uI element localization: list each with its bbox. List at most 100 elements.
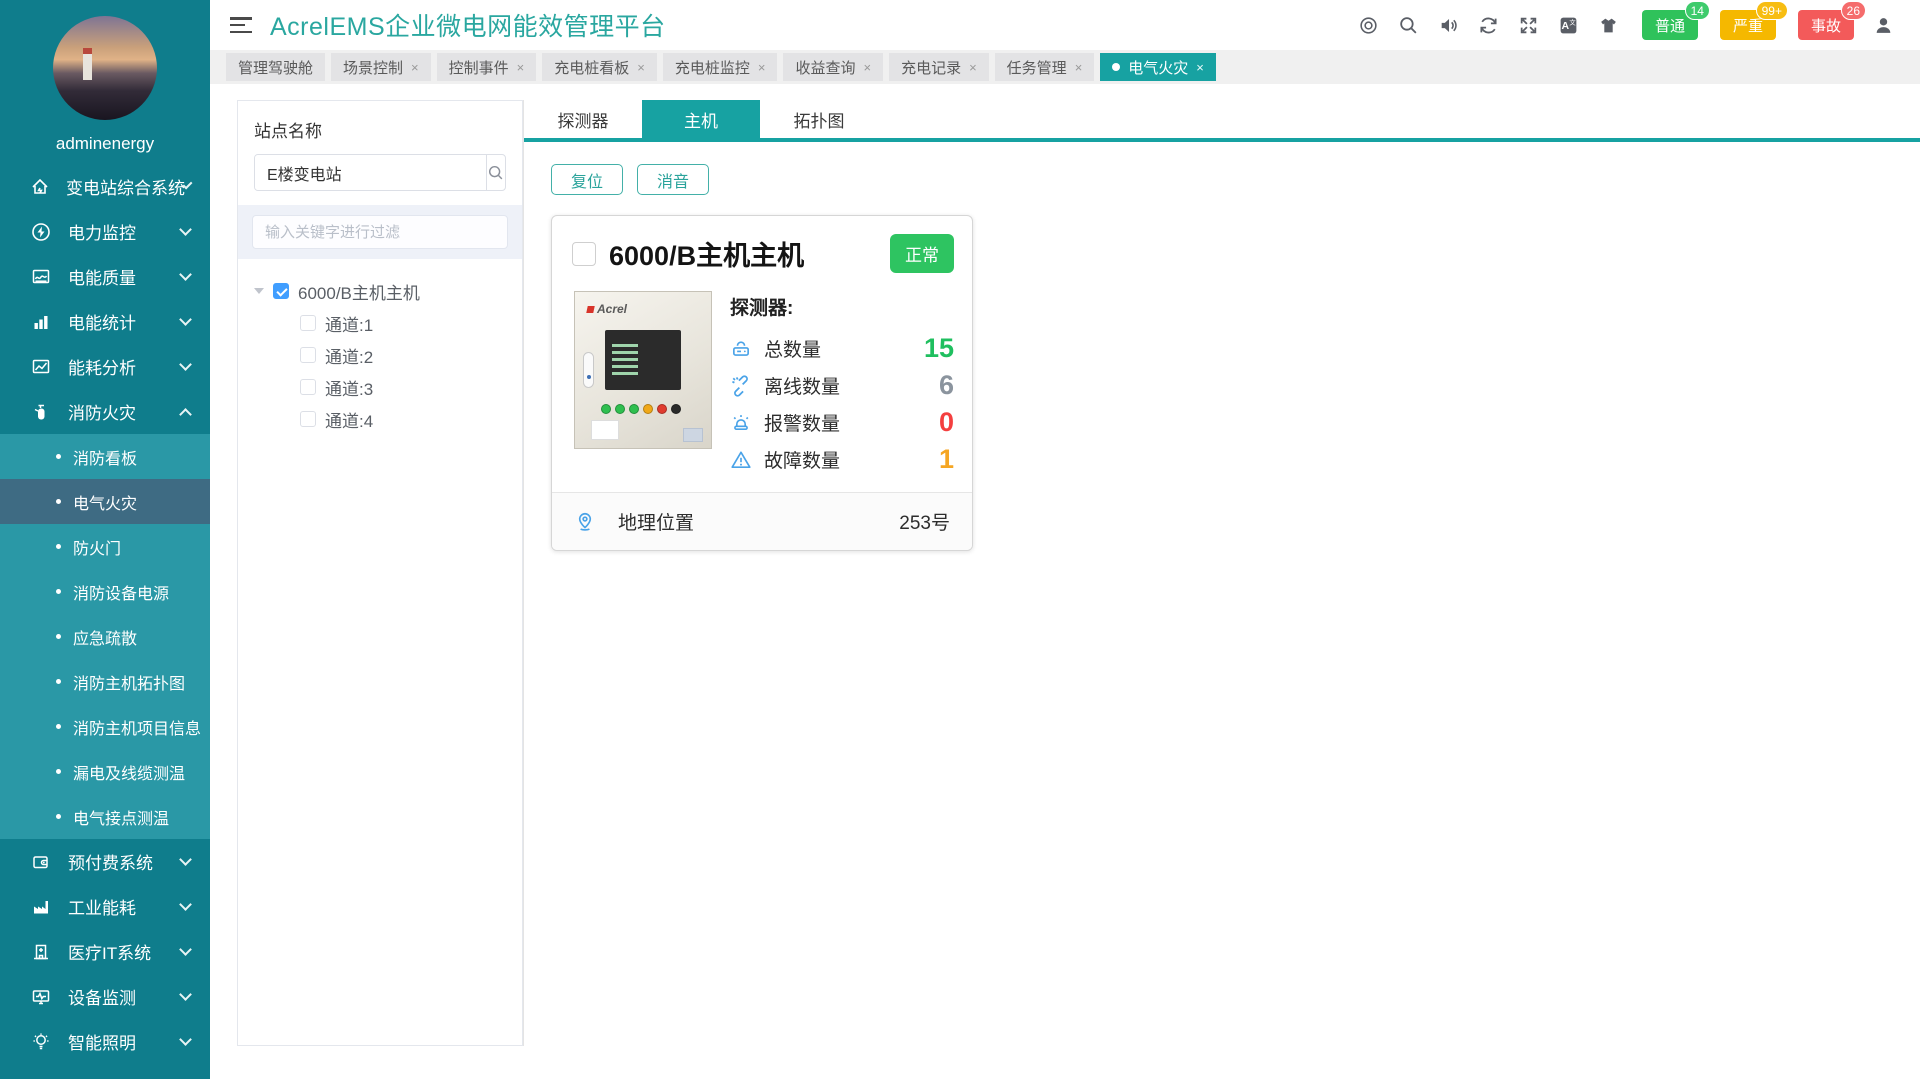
refresh-icon[interactable] <box>1478 14 1500 36</box>
sidebar-item-substation[interactable]: 变电站综合系统 <box>0 164 210 209</box>
detector-stats: 探测器: 总数量 15 离线数量 6 <box>712 291 954 478</box>
tab-control-events[interactable]: 控制事件× <box>437 53 537 81</box>
fault-warning-icon <box>730 448 754 472</box>
search-icon[interactable] <box>1398 14 1420 36</box>
aim-icon[interactable] <box>1358 14 1380 36</box>
language-icon[interactable]: A文 <box>1558 14 1580 36</box>
tab-electrical-fire[interactable]: 电气火灾× <box>1100 53 1216 81</box>
sidebar-subitem-fire-door[interactable]: 防火门 <box>0 524 210 569</box>
theme-shirt-icon[interactable] <box>1598 14 1620 36</box>
tab-detectors[interactable]: 探测器 <box>524 100 642 138</box>
sidebar: adminenergy 变电站综合系统 电力监控 电能质量 电能统计 <box>0 0 210 1079</box>
tab-revenue-query[interactable]: 收益查询× <box>783 53 883 81</box>
offline-link-icon <box>730 374 754 398</box>
site-name-input[interactable] <box>255 155 486 190</box>
sidebar-subitem-leakage-cable-temp[interactable]: 漏电及线缆测温 <box>0 749 210 794</box>
site-search-button[interactable] <box>486 155 505 190</box>
tab-task-management[interactable]: 任务管理× <box>995 53 1095 81</box>
detector-label: 探测器: <box>730 293 954 320</box>
sidebar-nav: 变电站综合系统 电力监控 电能质量 电能统计 能耗分析 <box>0 164 210 1079</box>
close-icon[interactable]: × <box>863 61 871 74</box>
tree-child-checkbox[interactable] <box>300 411 316 427</box>
active-dot-icon <box>1112 63 1120 71</box>
caret-down-icon[interactable] <box>254 288 264 294</box>
fire-submenu: 消防看板 电气火灾 防火门 消防设备电源 应急疏散 消防主机拓扑图 消防主机项目… <box>0 434 210 839</box>
fullscreen-icon[interactable] <box>1518 14 1540 36</box>
fault-count: 1 <box>939 444 954 475</box>
page-title: AcrelEMS企业微电网能效管理平台 <box>270 7 666 43</box>
charging-pile-icon <box>30 1076 52 1079</box>
tree-root-checkbox[interactable] <box>273 283 289 299</box>
hamburger-menu-icon[interactable] <box>230 17 252 33</box>
chevron-down-icon <box>179 1033 192 1046</box>
close-icon[interactable]: × <box>637 61 645 74</box>
close-icon[interactable]: × <box>1196 61 1204 74</box>
close-icon[interactable]: × <box>517 61 525 74</box>
fire-extinguisher-icon <box>30 401 52 423</box>
sidebar-subitem-fire-dashboard[interactable]: 消防看板 <box>0 434 210 479</box>
tree-child-row[interactable]: 通道:4 <box>254 403 506 435</box>
tab-charging-monitor[interactable]: 充电桩监控× <box>663 53 778 81</box>
tree-child-row[interactable]: 通道:2 <box>254 339 506 371</box>
sidebar-item-power-quality[interactable]: 电能质量 <box>0 254 210 299</box>
app-root: adminenergy 变电站综合系统 电力监控 电能质量 电能统计 <box>0 0 1920 1079</box>
location-pin-icon <box>574 510 598 534</box>
sidebar-subitem-electrical-fire[interactable]: 电气火灾 <box>0 479 210 524</box>
host-checkbox[interactable] <box>572 242 596 266</box>
status-badge: 正常 <box>890 234 954 273</box>
tree-child-checkbox[interactable] <box>300 379 316 395</box>
tree-child-row[interactable]: 通道:1 <box>254 307 506 339</box>
sidebar-item-energy-analysis[interactable]: 能耗分析 <box>0 344 210 389</box>
tab-topology[interactable]: 拓扑图 <box>760 100 878 138</box>
user-icon[interactable] <box>1872 14 1894 36</box>
sidebar-subitem-electrical-contact-temp[interactable]: 电气接点测温 <box>0 794 210 839</box>
sidebar-item-industry[interactable]: 工业能耗 <box>0 884 210 929</box>
tab-scene-control[interactable]: 场景控制× <box>331 53 431 81</box>
chevron-down-icon <box>179 898 192 911</box>
tab-host[interactable]: 主机 <box>642 100 760 138</box>
tab-charging-records[interactable]: 充电记录× <box>889 53 989 81</box>
header-actions: A文 普通 14 严重 99+ 事故 26 <box>1358 10 1894 40</box>
close-icon[interactable]: × <box>758 61 766 74</box>
tree-child-checkbox[interactable] <box>300 315 316 331</box>
stat-row-total: 总数量 15 <box>730 330 954 367</box>
alarm-siren-icon <box>730 411 754 435</box>
volume-icon[interactable] <box>1438 14 1460 36</box>
sidebar-subitem-emergency-evacuation[interactable]: 应急疏散 <box>0 614 210 659</box>
sidebar-item-power-monitor[interactable]: 电力监控 <box>0 209 210 254</box>
tree-child-checkbox[interactable] <box>300 347 316 363</box>
avatar[interactable] <box>53 16 157 120</box>
alarm-badge-severe[interactable]: 严重 99+ <box>1720 10 1776 40</box>
chevron-down-icon <box>179 943 192 956</box>
tree-filter-input[interactable] <box>252 215 508 249</box>
sidebar-subitem-fire-host-project[interactable]: 消防主机项目信息 <box>0 704 210 749</box>
site-panel-title: 站点名称 <box>254 117 506 142</box>
sidebar-subitem-fire-host-topology[interactable]: 消防主机拓扑图 <box>0 659 210 704</box>
sidebar-item-prepaid[interactable]: 预付费系统 <box>0 839 210 884</box>
energy-analysis-icon <box>30 356 52 378</box>
sidebar-subitem-fire-equipment-power[interactable]: 消防设备电源 <box>0 569 210 614</box>
tab-charging-board[interactable]: 充电桩看板× <box>542 53 657 81</box>
alarm-badge-accident[interactable]: 事故 26 <box>1798 10 1854 40</box>
power-stats-icon <box>30 311 52 333</box>
sidebar-item-medical[interactable]: 医疗IT系统 <box>0 929 210 974</box>
detector-icon <box>730 337 754 361</box>
alarm-count: 0 <box>939 407 954 438</box>
sidebar-item-lighting[interactable]: 智能照明 <box>0 1019 210 1064</box>
close-icon[interactable]: × <box>1075 61 1083 74</box>
close-icon[interactable]: × <box>411 61 419 74</box>
sidebar-item-device-monitor[interactable]: 设备监测 <box>0 974 210 1019</box>
mute-button[interactable]: 消音 <box>637 164 709 195</box>
tab-dashboard[interactable]: 管理驾驶舱 <box>226 53 325 81</box>
alarm-badge-normal[interactable]: 普通 14 <box>1642 10 1698 40</box>
reset-button[interactable]: 复位 <box>551 164 623 195</box>
tree-root-row[interactable]: 6000/B主机主机 <box>254 275 506 307</box>
power-monitor-icon <box>30 221 52 243</box>
brand-logo: Acrel <box>587 302 627 316</box>
tree-child-row[interactable]: 通道:3 <box>254 371 506 403</box>
sidebar-item-charging[interactable]: 充电桩 <box>0 1064 210 1079</box>
close-icon[interactable]: × <box>969 61 977 74</box>
sidebar-item-fire[interactable]: 消防火灾 <box>0 389 210 434</box>
sidebar-item-power-stats[interactable]: 电能统计 <box>0 299 210 344</box>
host-title: 6000/B主机主机 <box>609 234 877 273</box>
